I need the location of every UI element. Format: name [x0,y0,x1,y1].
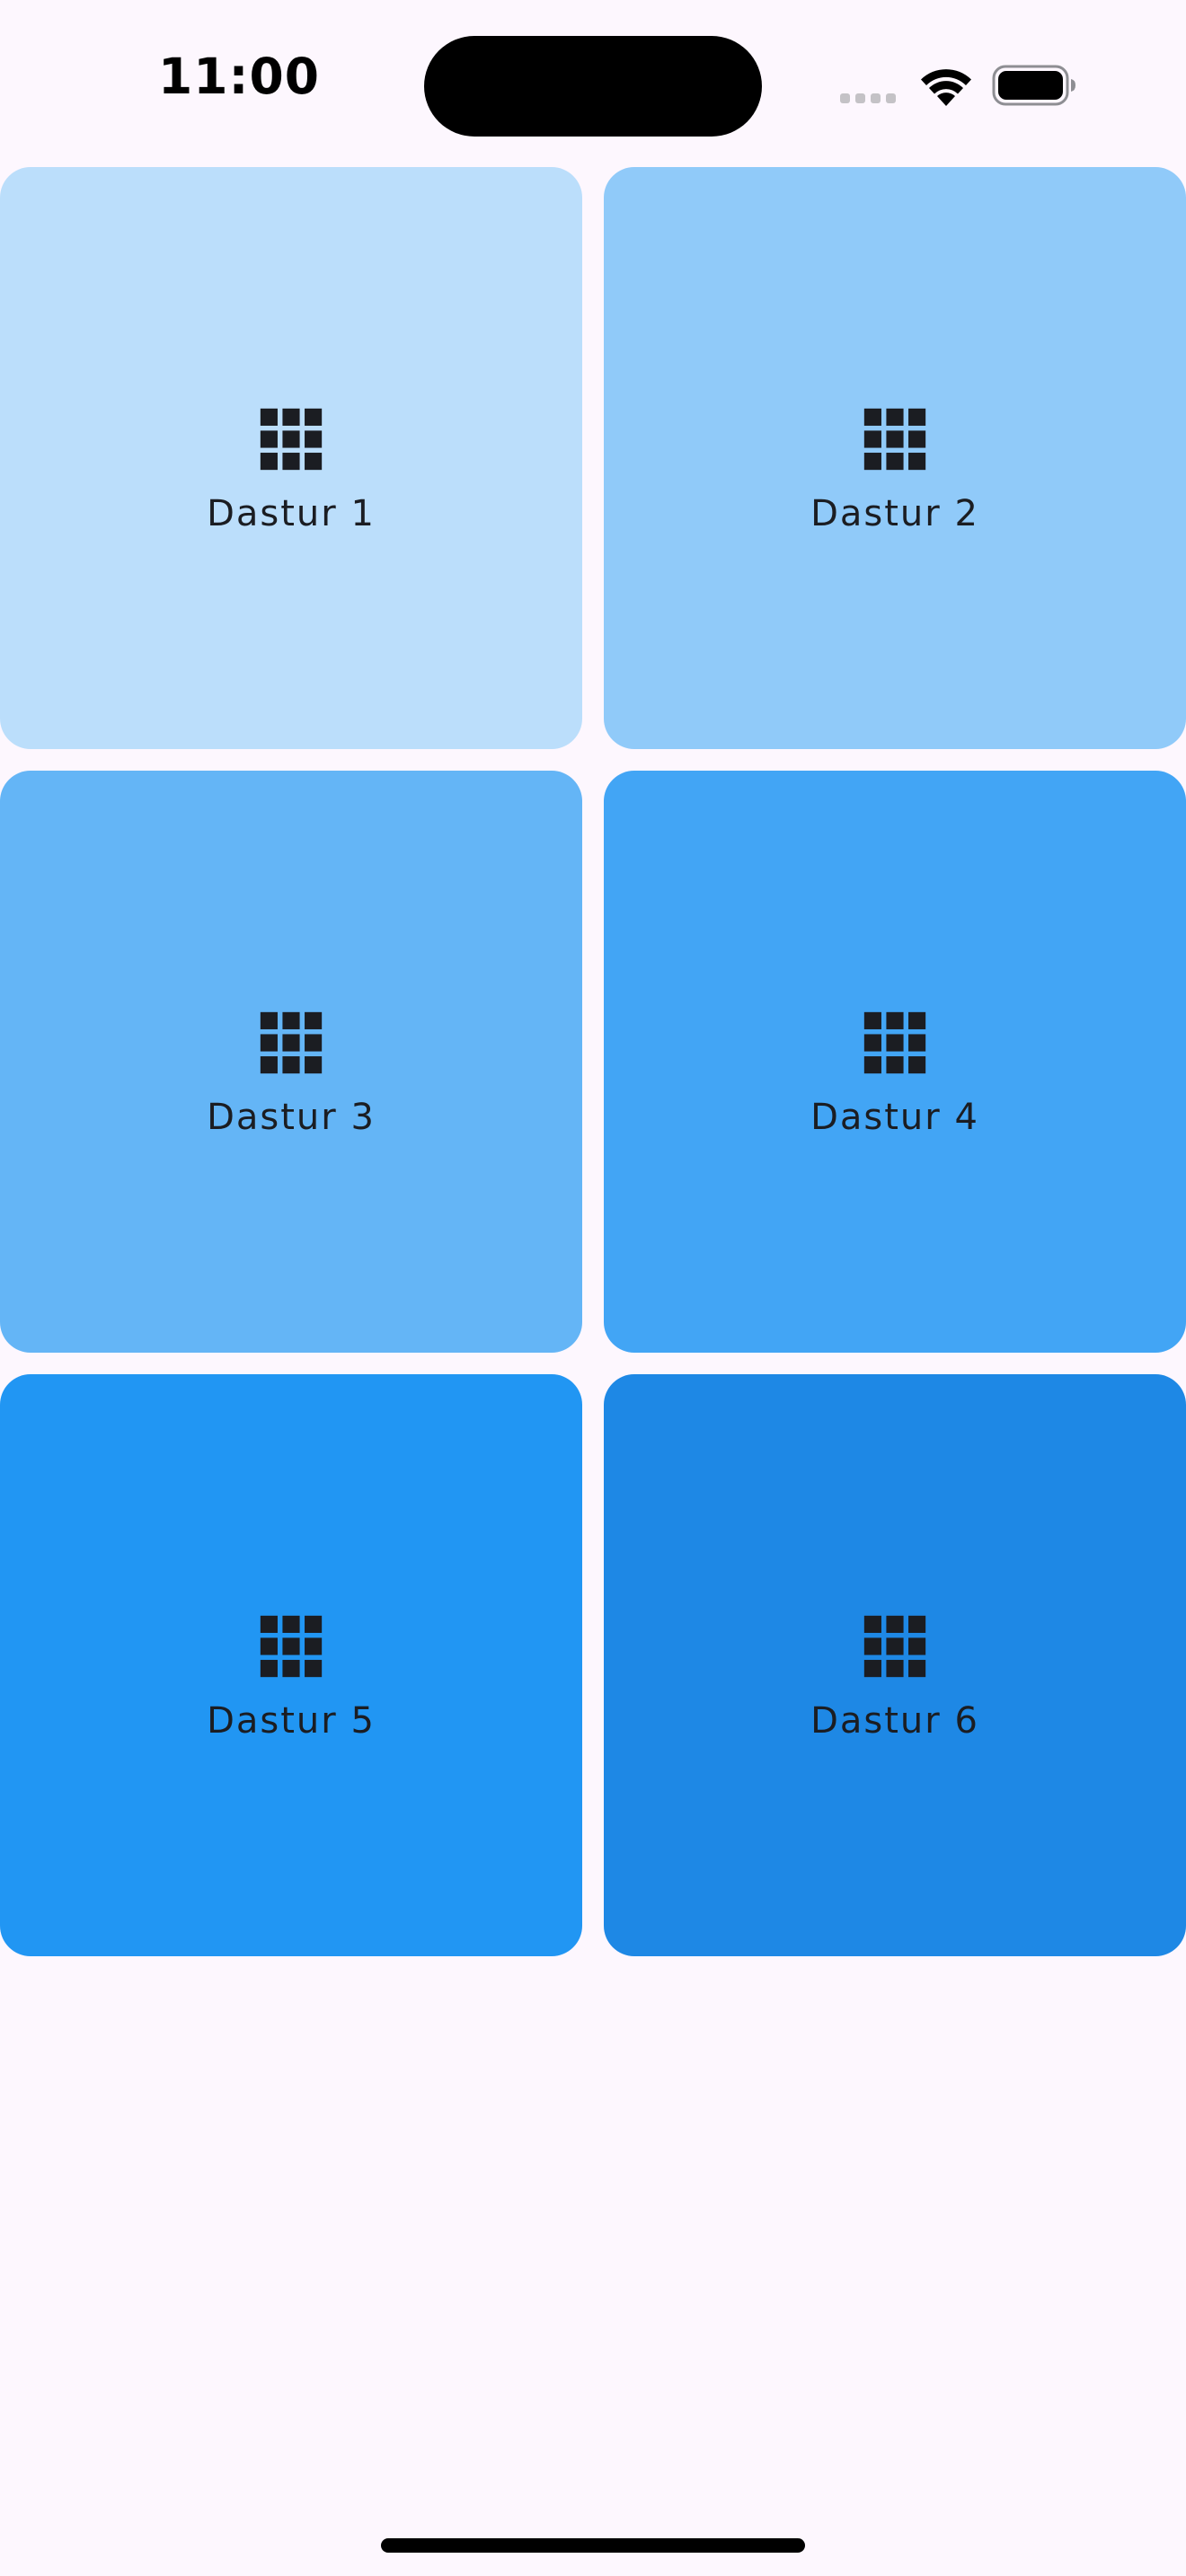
tile-label: Dastur 3 [207,1097,376,1138]
tile-label: Dastur 2 [810,493,979,534]
cellular-signal-icon [840,93,896,103]
grid-icon [863,408,926,471]
tile-label: Dastur 4 [810,1097,979,1138]
tile-label: Dastur 5 [207,1700,376,1742]
tile-dastur-6[interactable]: Dastur 6 [604,1374,1186,1956]
tile-label: Dastur 6 [810,1700,979,1742]
status-time: 11:00 [158,48,321,105]
grid-icon [260,1615,323,1678]
grid-icon [260,408,323,471]
home-indicator[interactable] [381,2538,805,2553]
grid-icon [260,1011,323,1074]
tile-dastur-1[interactable]: Dastur 1 [0,167,582,749]
status-bar: 11:00 [0,0,1186,162]
dynamic-island [424,36,762,137]
tile-dastur-5[interactable]: Dastur 5 [0,1374,582,1956]
wifi-icon [921,69,971,106]
app-grid: Dastur 1 Dastur 2 Dastur 3 Dastur 4 Dast… [0,167,1186,1956]
grid-icon [863,1011,926,1074]
tile-dastur-3[interactable]: Dastur 3 [0,771,582,1353]
tile-dastur-4[interactable]: Dastur 4 [604,771,1186,1353]
battery-icon [992,65,1075,106]
grid-icon [863,1615,926,1678]
tile-dastur-2[interactable]: Dastur 2 [604,167,1186,749]
tile-label: Dastur 1 [207,493,376,534]
